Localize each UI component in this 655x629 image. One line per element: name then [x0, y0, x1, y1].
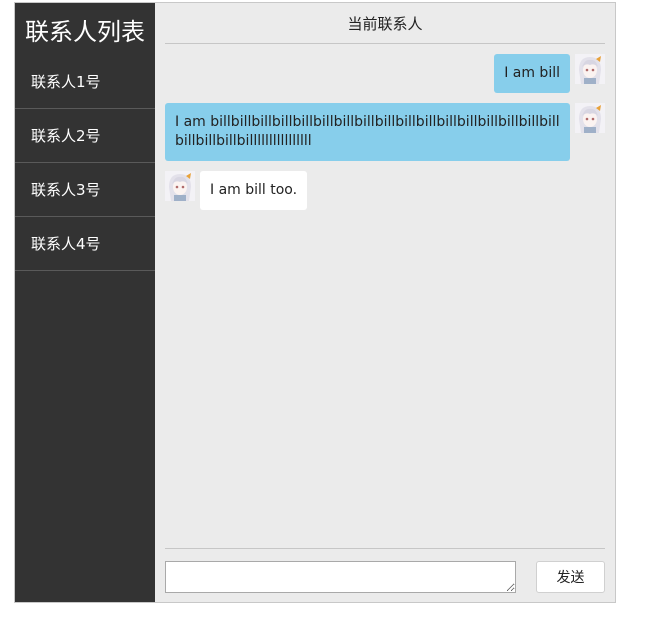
contact-item-1[interactable]: 联系人1号	[15, 55, 155, 109]
message-row: I am billbillbillbillbillbillbillbillbil…	[165, 103, 605, 161]
message-row: I am bill	[165, 54, 605, 93]
message-list: I am bill I am billbillbillbillbillbillb…	[165, 44, 605, 210]
contact-item-2[interactable]: 联系人2号	[15, 109, 155, 163]
message-row: I am bill too.	[165, 171, 605, 210]
composer-footer: 发送	[165, 548, 605, 602]
message-bubble-self: I am billbillbillbillbillbillbillbillbil…	[165, 103, 570, 161]
chat-header-title: 当前联系人	[165, 3, 605, 44]
contact-sidebar: 联系人列表 联系人1号 联系人2号 联系人3号 联系人4号	[15, 3, 155, 602]
avatar-icon	[575, 103, 605, 133]
message-input[interactable]	[165, 560, 516, 593]
message-bubble-other: I am bill too.	[200, 171, 308, 210]
avatar-icon	[165, 171, 195, 201]
contact-item-4[interactable]: 联系人4号	[15, 217, 155, 271]
message-bubble-self: I am bill	[494, 54, 570, 93]
chat-app: 联系人列表 联系人1号 联系人2号 联系人3号 联系人4号 当前联系人 I am…	[14, 2, 616, 603]
chat-panel: 当前联系人 I am bill I am billbillbillbillbil…	[155, 3, 615, 602]
send-button[interactable]: 发送	[536, 560, 605, 593]
contact-item-3[interactable]: 联系人3号	[15, 163, 155, 217]
avatar-icon	[575, 54, 605, 84]
sidebar-title: 联系人列表	[25, 17, 145, 46]
